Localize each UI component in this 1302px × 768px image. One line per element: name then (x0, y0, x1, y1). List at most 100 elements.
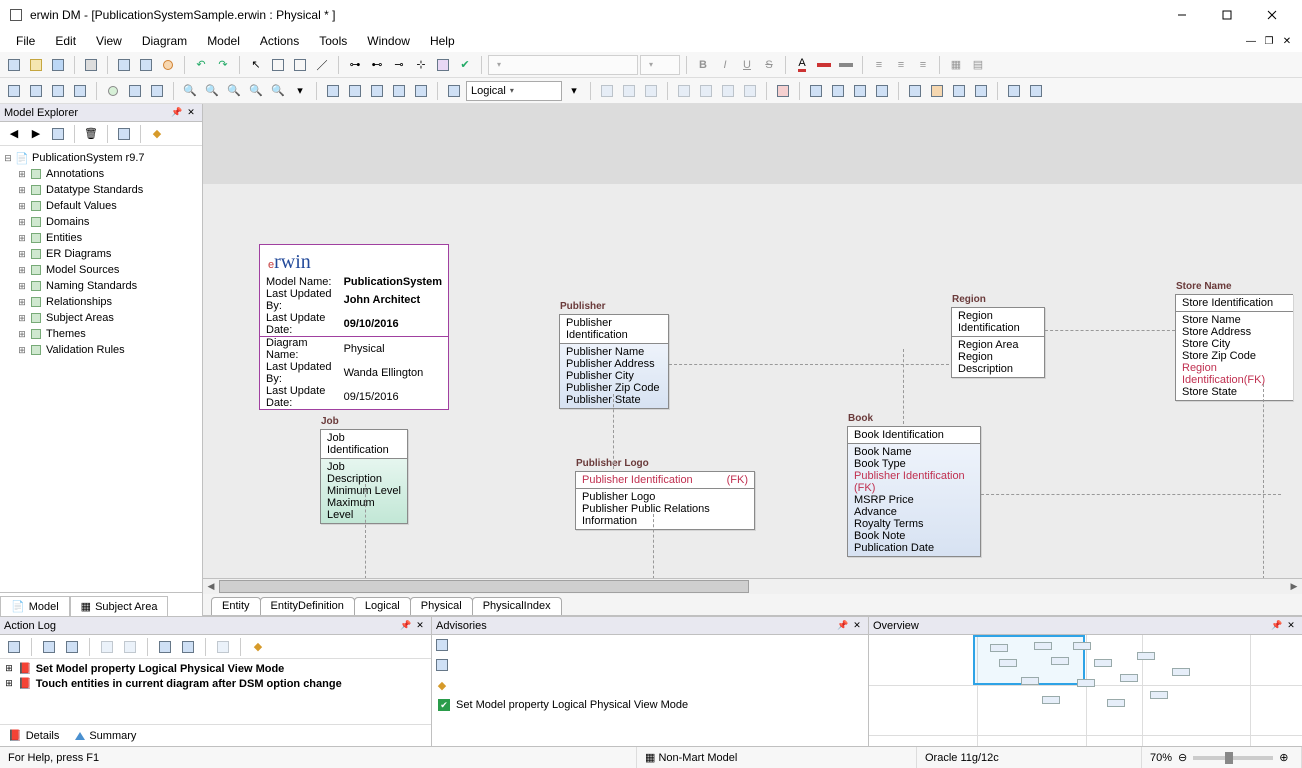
adv-save-icon[interactable] (432, 635, 452, 655)
zoom-region-icon[interactable]: 🔍 (268, 81, 288, 101)
tree-item[interactable]: Naming Standards (46, 280, 137, 292)
tool-b-icon[interactable] (927, 81, 947, 101)
snap-icon[interactable]: ▤ (968, 55, 988, 75)
zoom-fit-icon[interactable]: 🔍 (224, 81, 244, 101)
mdi-close[interactable]: ✕ (1278, 33, 1296, 49)
tree-item[interactable]: Themes (46, 328, 86, 340)
twisty-icon[interactable]: ⊞ (16, 265, 28, 276)
menu-tools[interactable]: Tools (309, 32, 357, 50)
twisty-icon[interactable]: ⊞ (16, 217, 28, 228)
mart7-icon[interactable] (740, 81, 760, 101)
al-tb5-icon[interactable] (120, 637, 140, 657)
tree-item[interactable]: Datatype Standards (46, 184, 143, 196)
menu-actions[interactable]: Actions (250, 32, 309, 50)
sync-icon[interactable] (158, 55, 178, 75)
redo-icon[interactable]: ↷ (213, 55, 233, 75)
explorer-tree[interactable]: ⊟ 📄 PublicationSystem r9.7 ⊞Annotations⊞… (0, 146, 202, 592)
tool-e-icon[interactable] (1004, 81, 1024, 101)
tb2-6-icon[interactable] (125, 81, 145, 101)
mdi-minimize[interactable]: — (1242, 33, 1260, 49)
layout4-icon[interactable] (389, 81, 409, 101)
entity-book[interactable]: Book Book Identification Book NameBook T… (847, 426, 981, 557)
scroll-right-icon[interactable]: ▶ (1286, 579, 1302, 594)
fe1-icon[interactable] (806, 81, 826, 101)
zoom-in-icon[interactable]: 🔍 (180, 81, 200, 101)
mart4-icon[interactable] (674, 81, 694, 101)
tree-item[interactable]: Relationships (46, 296, 112, 308)
al-tb4-icon[interactable] (97, 637, 117, 657)
rel1-icon[interactable]: ⊶ (345, 55, 365, 75)
font-color-icon[interactable]: A (792, 55, 812, 75)
zoom-in-button[interactable]: ⊕ (1279, 751, 1288, 764)
bold-icon[interactable]: B (693, 55, 713, 75)
open-icon[interactable] (26, 55, 46, 75)
zoom-slider[interactable] (1193, 756, 1273, 760)
scroll-thumb[interactable] (219, 580, 749, 593)
tb2-5-icon[interactable] (103, 81, 123, 101)
al-tb9-icon[interactable]: ◆ (248, 637, 268, 657)
undo-icon[interactable]: ↶ (191, 55, 211, 75)
explorer-tag-icon[interactable]: ◆ (147, 124, 167, 144)
tree-root[interactable]: PublicationSystem r9.7 (32, 152, 145, 164)
fe3-icon[interactable] (850, 81, 870, 101)
tree-item[interactable]: Default Values (46, 200, 117, 212)
twisty-icon[interactable]: ⊞ (16, 233, 28, 244)
align-left-icon[interactable]: ≡ (869, 55, 889, 75)
align-center-icon[interactable]: ≡ (891, 55, 911, 75)
new-icon[interactable] (4, 55, 24, 75)
view-icon[interactable] (136, 55, 156, 75)
rel2-icon[interactable]: ⊷ (367, 55, 387, 75)
tb2-3-icon[interactable] (48, 81, 68, 101)
align-right-icon[interactable]: ≡ (913, 55, 933, 75)
entity-publisher[interactable]: Publisher Publisher Identification Publi… (559, 314, 669, 409)
entity-store[interactable]: Store Name Store Identification Store Na… (1175, 294, 1293, 401)
action-log-list[interactable]: ⊞📕Set Model property Logical Physical Vi… (0, 659, 431, 724)
menu-view[interactable]: View (86, 32, 132, 50)
pin-icon[interactable]: 📌 (170, 106, 184, 120)
tree-item[interactable]: ER Diagrams (46, 248, 111, 260)
display-mode-icon[interactable] (444, 81, 464, 101)
mart3-icon[interactable] (641, 81, 661, 101)
action-log-tab-summary[interactable]: Summary (67, 725, 144, 746)
italic-icon[interactable]: I (715, 55, 735, 75)
menu-diagram[interactable]: Diagram (132, 32, 197, 50)
tb2-4-icon[interactable] (70, 81, 90, 101)
note-icon[interactable] (433, 55, 453, 75)
close-icon[interactable]: ✕ (1284, 619, 1298, 633)
adv-tag-icon[interactable]: ◆ (432, 675, 452, 695)
adv-copy-icon[interactable] (432, 655, 452, 675)
explorer-up-icon[interactable] (48, 124, 68, 144)
explorer-tab-model[interactable]: 📄 Model (0, 596, 70, 616)
tool-c-icon[interactable] (949, 81, 969, 101)
close-icon[interactable]: ✕ (413, 619, 427, 633)
entity-icon[interactable] (114, 55, 134, 75)
rel3-icon[interactable]: ⊸ (389, 55, 409, 75)
explorer-find-icon[interactable] (114, 124, 134, 144)
al-tb1-icon[interactable] (4, 637, 24, 657)
view-combo[interactable]: Logical▾ (466, 81, 562, 101)
action-log-row[interactable]: Touch entities in current diagram after … (36, 678, 342, 690)
tree-item[interactable]: Subject Areas (46, 312, 114, 324)
twisty-icon[interactable]: ⊞ (16, 345, 28, 356)
tree-item[interactable]: Domains (46, 216, 89, 228)
advisories-list[interactable]: ✔Set Model property Logical Physical Vie… (432, 695, 868, 746)
mart1-icon[interactable] (597, 81, 617, 101)
menu-model[interactable]: Model (197, 32, 250, 50)
al-tb6-icon[interactable] (155, 637, 175, 657)
entity-region[interactable]: Region Region Identification Region Area… (951, 307, 1045, 378)
line-icon[interactable]: ／ (312, 55, 332, 75)
mdi-restore[interactable]: ❐ (1260, 33, 1278, 49)
tool-a-icon[interactable] (905, 81, 925, 101)
twisty-icon[interactable]: ⊞ (16, 281, 28, 292)
menu-help[interactable]: Help (420, 32, 465, 50)
canvas-tab-logical[interactable]: Logical (354, 597, 411, 615)
twisty-icon[interactable]: ⊞ (16, 313, 28, 324)
entity-publisher-logo[interactable]: Publisher Logo Publisher Identification … (575, 471, 755, 530)
entity-job[interactable]: Job Job Identification Job DescriptionMi… (320, 429, 408, 524)
font-size-combo[interactable]: ▾ (640, 55, 680, 75)
zoom-100-icon[interactable]: 🔍 (246, 81, 266, 101)
close-icon[interactable]: ✕ (850, 619, 864, 633)
menu-file[interactable]: File (6, 32, 45, 50)
explorer-delete-icon[interactable]: 🗑 (81, 124, 101, 144)
tb2-7-icon[interactable] (147, 81, 167, 101)
